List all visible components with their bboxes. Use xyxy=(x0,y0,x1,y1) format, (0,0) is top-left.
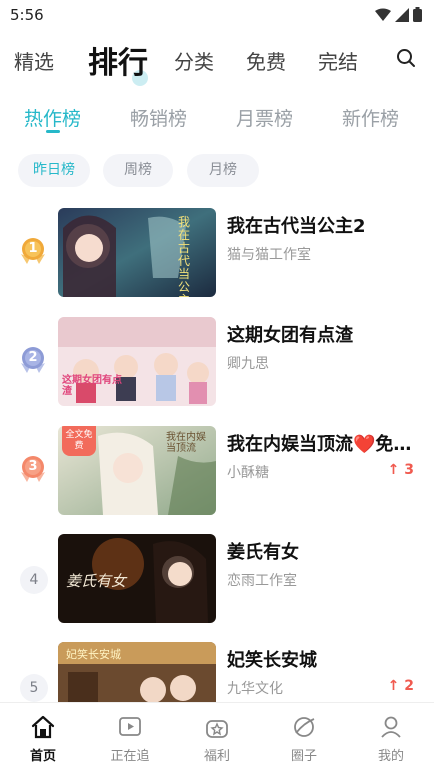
cover-title-text: 我在古代当公主 xyxy=(178,215,191,298)
nav-rewards[interactable]: 福利 xyxy=(182,713,252,764)
cover-image[interactable]: 姜氏有女 xyxy=(58,534,216,623)
nav-label: 我的 xyxy=(377,749,404,764)
gift-icon xyxy=(206,720,228,738)
item-title[interactable]: 这期女团有点渣 xyxy=(227,321,417,347)
home-icon xyxy=(31,715,55,739)
wifi-icon xyxy=(375,8,391,21)
cover-title-text: 姜氏有女 xyxy=(66,572,127,590)
rank-number: 1 xyxy=(28,241,38,256)
nav-community[interactable]: 圈子 xyxy=(269,713,339,764)
signal-icon xyxy=(395,7,409,22)
nav-following[interactable]: 正在追 xyxy=(95,713,165,764)
item-author: 恋雨工作室 xyxy=(227,573,297,589)
chip-month[interactable]: 月榜 xyxy=(187,154,259,187)
rank-number: 2 xyxy=(28,350,38,365)
subtab-bestseller[interactable]: 畅销榜 xyxy=(130,104,187,131)
nav-label: 圈子 xyxy=(290,749,317,764)
ranking-type-tabs: 热作榜 畅销榜 月票榜 新作榜 xyxy=(0,100,434,140)
item-author: 小酥糖 xyxy=(227,465,269,481)
subtab-monthly-ticket[interactable]: 月票榜 xyxy=(236,104,293,131)
item-author: 猫与猫工作室 xyxy=(227,247,311,263)
tab-category[interactable]: 分类 xyxy=(174,46,214,75)
cover-image[interactable]: 我在古代当公主 xyxy=(58,208,216,297)
subtab-hot[interactable]: 热作榜 xyxy=(24,104,81,131)
play-icon xyxy=(119,717,141,736)
trend-up-indicator: ↑ 3 xyxy=(387,462,414,478)
bottom-nav: 首页 正在追 福利 圈子 我的 xyxy=(0,702,434,774)
status-time: 5:56 xyxy=(10,6,44,24)
subtab-new[interactable]: 新作榜 xyxy=(342,104,399,131)
list-item[interactable]: 3 全文免费 我在内娱当顶流 我在内娱当顶流❤️免费看 小酥糖 ↑ 3 xyxy=(0,426,434,518)
status-bar: 5:56 xyxy=(0,0,434,30)
nav-label: 正在追 xyxy=(110,749,150,764)
nav-home[interactable]: 首页 xyxy=(8,713,78,764)
nav-label: 福利 xyxy=(203,749,230,764)
list-item[interactable]: 1 我在古代当公主 我在古代当公主2 猫与猫工作室 xyxy=(0,208,434,300)
chip-week[interactable]: 周榜 xyxy=(103,154,173,187)
free-badge: 全文免费 xyxy=(62,426,96,456)
rank-number: 5 xyxy=(20,674,48,702)
cover-title-text: 这期女团有点渣 xyxy=(62,375,122,397)
user-icon xyxy=(381,716,401,738)
top-nav: 精选 排行 分类 免费 完结 xyxy=(0,36,434,86)
tab-free[interactable]: 免费 xyxy=(246,46,286,75)
subtab-underline xyxy=(46,130,60,133)
list-item[interactable]: 4 姜氏有女 姜氏有女 恋雨工作室 xyxy=(0,534,434,626)
circle-icon xyxy=(294,717,315,737)
item-author: 九华文化 xyxy=(227,681,283,697)
item-title[interactable]: 姜氏有女 xyxy=(227,538,417,564)
battery-icon xyxy=(413,7,422,22)
rank-number: 4 xyxy=(20,566,48,594)
nav-profile[interactable]: 我的 xyxy=(356,713,426,764)
cover-image[interactable]: 这期女团有点渣 xyxy=(58,317,216,406)
status-icons xyxy=(375,7,422,22)
cover-title-text: 我在内娱当顶流 xyxy=(166,432,206,454)
trend-up-indicator: ↑ 2 xyxy=(387,678,414,694)
rank-number: 3 xyxy=(28,459,38,474)
cover-title-text: 妃笑长安城 xyxy=(66,648,121,661)
item-title[interactable]: 妃笑长安城 xyxy=(227,646,417,672)
list-item[interactable]: 2 这期女团有点渣 这期女团有点渣 卿九思 xyxy=(0,317,434,409)
cover-image[interactable]: 全文免费 我在内娱当顶流 xyxy=(58,426,216,515)
tab-featured[interactable]: 精选 xyxy=(14,46,54,75)
search-icon[interactable] xyxy=(394,46,418,70)
tab-ranking[interactable]: 排行 xyxy=(88,38,148,82)
tab-completed[interactable]: 完结 xyxy=(318,46,358,75)
nav-label: 首页 xyxy=(29,749,56,764)
item-title[interactable]: 我在古代当公主2 xyxy=(227,212,417,238)
chip-yesterday[interactable]: 昨日榜 xyxy=(18,154,90,187)
item-title[interactable]: 我在内娱当顶流❤️免费看 xyxy=(227,430,417,456)
item-author: 卿九思 xyxy=(227,356,269,372)
